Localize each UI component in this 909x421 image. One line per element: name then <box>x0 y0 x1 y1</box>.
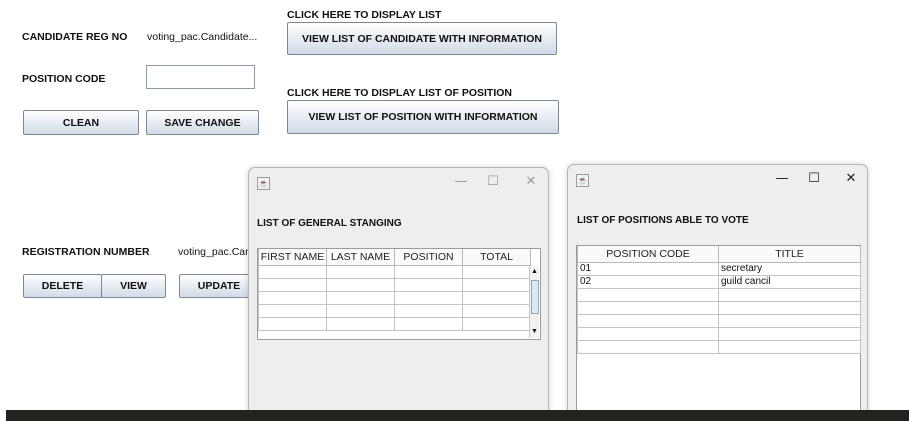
table-row[interactable] <box>577 314 861 328</box>
display-list-label: CLICK HERE TO DISPLAY LIST <box>287 9 442 21</box>
table-row[interactable]: 01 secretary <box>577 262 861 276</box>
column-position-code[interactable]: POSITION CODE <box>577 246 719 263</box>
table-row[interactable] <box>258 317 531 331</box>
scroll-thumb[interactable] <box>531 280 539 314</box>
position-code-cell[interactable]: 01 <box>577 262 719 276</box>
delete-button[interactable]: DELETE <box>23 274 102 298</box>
scroll-up-icon[interactable]: ▲ <box>530 266 539 278</box>
maximize-icon[interactable]: ☐ <box>800 169 828 189</box>
column-position[interactable]: POSITION <box>394 249 463 266</box>
scroll-down-icon[interactable]: ▼ <box>530 326 539 338</box>
table-row[interactable] <box>577 288 861 302</box>
clean-button[interactable]: CLEAN <box>23 110 139 135</box>
positions-table[interactable]: POSITION CODE TITLE 01 secretary 02 guil… <box>577 246 861 354</box>
candidate-reg-label: CANDIDATE REG NO <box>22 31 128 43</box>
standing-table[interactable]: FIRST NAME LAST NAME POSITION TOTAL <box>258 249 531 331</box>
column-total[interactable]: TOTAL <box>462 249 531 266</box>
position-code-cell[interactable]: 02 <box>577 275 719 289</box>
standing-table-container: FIRST NAME LAST NAME POSITION TOTAL ▲ ▼ <box>257 248 541 340</box>
positions-table-container: POSITION CODE TITLE 01 secretary 02 guil… <box>576 245 861 416</box>
table-row[interactable] <box>577 327 861 341</box>
title-cell[interactable]: secretary <box>718 262 861 276</box>
positions-heading: LIST OF POSITIONS ABLE TO VOTE <box>577 215 749 226</box>
positions-titlebar[interactable]: ☕ — ☐ ✕ <box>568 165 867 192</box>
save-change-button[interactable]: SAVE CHANGE <box>146 110 259 135</box>
minimize-icon[interactable]: — <box>768 169 796 189</box>
standing-scrollbar[interactable]: ▲ ▼ <box>529 266 539 338</box>
close-icon[interactable]: ✕ <box>837 169 865 189</box>
java-icon: ☕ <box>576 174 589 187</box>
close-icon[interactable]: ✕ <box>517 172 545 192</box>
table-row[interactable] <box>258 304 531 318</box>
column-title[interactable]: TITLE <box>718 246 861 263</box>
table-row[interactable] <box>258 291 531 305</box>
position-code-label: POSITION CODE <box>22 73 106 85</box>
candidate-reg-value: voting_pac.Candidate... <box>147 31 258 43</box>
table-row[interactable] <box>577 340 861 354</box>
java-icon: ☕ <box>257 177 270 190</box>
registration-number-label: REGISTRATION NUMBER <box>22 246 150 258</box>
standing-heading: LIST OF GENERAL STANGING <box>257 218 402 229</box>
registration-number-value: voting_pac.Can <box>178 246 251 258</box>
column-first-name[interactable]: FIRST NAME <box>258 249 327 266</box>
update-button[interactable]: UPDATE <box>179 274 259 298</box>
minimize-icon[interactable]: — <box>447 172 475 192</box>
general-standing-window: ☕ — ☐ ✕ LIST OF GENERAL STANGING FIRST N… <box>248 167 549 415</box>
table-row[interactable] <box>258 265 531 279</box>
column-last-name[interactable]: LAST NAME <box>326 249 395 266</box>
title-cell[interactable]: guild cancil <box>718 275 861 289</box>
standing-titlebar[interactable]: ☕ — ☐ ✕ <box>249 168 548 195</box>
display-position-label: CLICK HERE TO DISPLAY LIST OF POSITION <box>287 87 513 99</box>
taskbar <box>6 410 909 421</box>
positions-window: ☕ — ☐ ✕ LIST OF POSITIONS ABLE TO VOTE P… <box>567 164 868 416</box>
table-row[interactable]: 02 guild cancil <box>577 275 861 289</box>
view-button[interactable]: VIEW <box>101 274 166 298</box>
view-positions-button[interactable]: VIEW LIST OF POSITION WITH INFORMATION <box>287 100 559 134</box>
view-candidates-button[interactable]: VIEW LIST OF CANDIDATE WITH INFORMATION <box>287 22 557 55</box>
position-code-input[interactable] <box>146 65 255 89</box>
maximize-icon[interactable]: ☐ <box>479 172 507 192</box>
table-row[interactable] <box>258 278 531 292</box>
table-row[interactable] <box>577 301 861 315</box>
